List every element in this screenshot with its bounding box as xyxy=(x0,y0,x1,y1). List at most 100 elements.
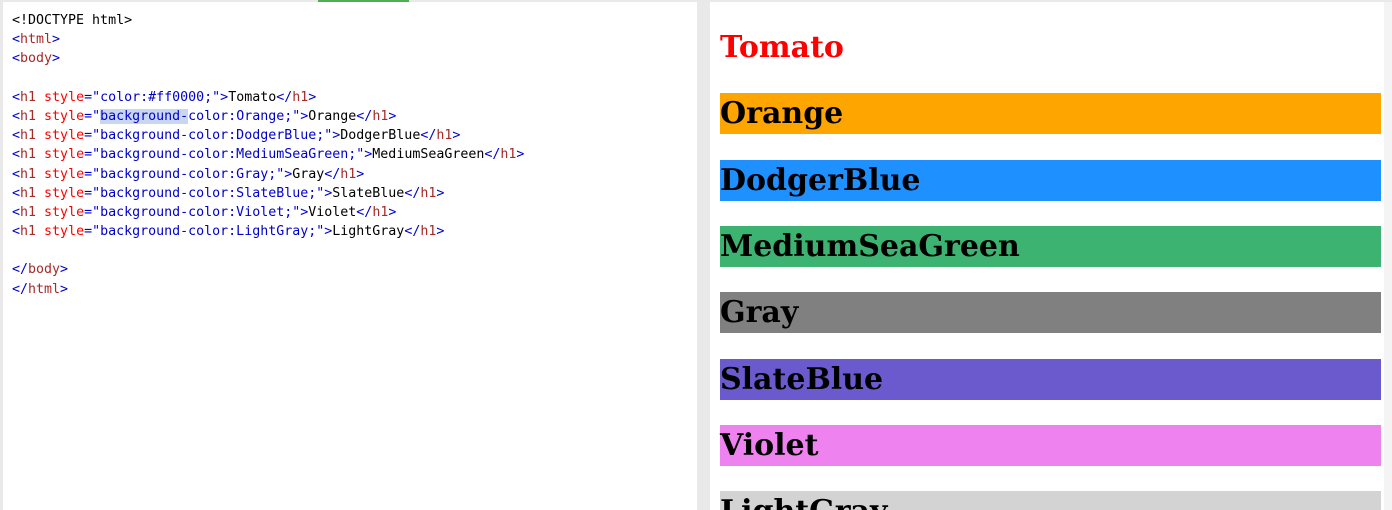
code-line: <h1 style="background-color:Orange;">Ora… xyxy=(12,107,697,126)
code-token: "> xyxy=(292,204,309,220)
code-line: <h1 style="background-color:LightGray;">… xyxy=(12,222,697,241)
code-tag-name: h1 xyxy=(292,89,309,105)
preview-scrollbar[interactable] xyxy=(1384,2,1392,510)
code-token: </ xyxy=(356,204,373,220)
code-tag-name: h1 xyxy=(20,166,37,182)
code-tag-name: h1 xyxy=(372,204,389,220)
code-editor-text[interactable]: <!DOCTYPE html> <html> <body> <h1 style="c… xyxy=(3,2,697,299)
code-line: </body> xyxy=(12,260,697,279)
code-token: </ xyxy=(12,262,29,278)
preview-heading-orange: Orange xyxy=(720,93,1381,135)
code-attr-value: color:#ff0000; xyxy=(100,89,213,105)
preview-heading-text: Tomato xyxy=(720,30,844,65)
code-attr-name: style xyxy=(44,204,85,220)
code-tag-name: h1 xyxy=(436,128,453,144)
code-token: > xyxy=(388,204,397,220)
code-token: "> xyxy=(316,185,333,201)
code-tag-name: html xyxy=(20,32,53,48)
code-token: < xyxy=(12,51,21,67)
preview-heading-dodgerblue: DodgerBlue xyxy=(720,159,1381,201)
code-line: <body> xyxy=(12,49,697,68)
code-text: LightGray xyxy=(332,224,405,240)
code-token: =" xyxy=(84,204,101,220)
code-attr-name: style xyxy=(44,185,85,201)
code-line: <h1 style="background-color:MediumSeaGre… xyxy=(12,145,697,164)
preview-heading-slateblue: SlateBlue xyxy=(720,358,1381,400)
preview-heading-text: DodgerBlue xyxy=(720,162,921,198)
preview-heading-text: Gray xyxy=(720,295,799,331)
preview-heading-gray: Gray xyxy=(720,292,1381,334)
code-token: =" xyxy=(84,89,101,105)
code-token: > xyxy=(356,166,365,182)
preview-heading-text: SlateBlue xyxy=(720,361,884,397)
code-token: > xyxy=(52,32,61,48)
code-line: <h1 style="background-color:DodgerBlue;"… xyxy=(12,126,697,145)
code-token: "> xyxy=(324,128,341,144)
code-tag-name: h1 xyxy=(500,147,517,163)
code-token: =" xyxy=(84,166,101,182)
preview-heading-text: MediumSeaGreen xyxy=(720,228,1020,264)
code-attr-name: style xyxy=(44,108,85,124)
code-attr-value: background-color:Gray; xyxy=(100,166,277,182)
code-attr-value: background-color:Violet; xyxy=(100,204,293,220)
code-text: SlateBlue xyxy=(332,185,405,201)
code-token: =" xyxy=(84,224,101,240)
preview-heading-text: Orange xyxy=(720,96,844,132)
code-tag-name: h1 xyxy=(20,89,37,105)
code-tag-name: h1 xyxy=(340,166,357,182)
code-line: <h1 style="background-color:SlateBlue;">… xyxy=(12,184,697,203)
code-token: < xyxy=(12,224,21,240)
code-token: < xyxy=(12,147,21,163)
code-token: > xyxy=(516,147,525,163)
code-token: </ xyxy=(404,185,421,201)
code-text: MediumSeaGreen xyxy=(372,147,485,163)
code-token: =" xyxy=(84,108,101,124)
code-token: < xyxy=(12,128,21,144)
code-tag-name: h1 xyxy=(20,224,37,240)
code-editor-panel[interactable]: <!DOCTYPE html> <html> <body> <h1 style="c… xyxy=(3,2,697,510)
code-tag-name: h1 xyxy=(20,108,37,124)
code-token: "> xyxy=(356,147,373,163)
code-tag-name: h1 xyxy=(420,185,437,201)
code-token: > xyxy=(388,108,397,124)
code-token: < xyxy=(12,204,21,220)
code-token: "> xyxy=(316,224,333,240)
code-attr-value: background-color:SlateBlue; xyxy=(100,185,317,201)
code-attr-name: style xyxy=(44,147,85,163)
code-line: < h1 style="background-color:Violet;">Vio… xyxy=(12,203,697,222)
code-line: </html> xyxy=(12,280,697,299)
code-tag-name: html xyxy=(28,281,61,297)
preview-heading-violet: Violet xyxy=(720,424,1381,466)
code-attr-value: background-color:DodgerBlue; xyxy=(100,128,325,144)
code-token: "> xyxy=(292,108,309,124)
code-token: < xyxy=(12,185,21,201)
result-preview-panel: Tomato Orange DodgerBlue MediumSeaGreen Gray… xyxy=(710,2,1392,510)
code-line: <!DOCTYPE html> xyxy=(12,11,697,30)
code-tag-name: h1 xyxy=(20,185,37,201)
code-token: < xyxy=(12,108,21,124)
code-tag-name: body xyxy=(20,51,53,67)
code-line: <h1 style="color:#ff0000;">Tomato</h1> xyxy=(12,88,697,107)
code-doctype: <!DOCTYPE html> xyxy=(12,13,133,28)
code-token: =" xyxy=(84,128,101,144)
code-text: DodgerBlue xyxy=(340,128,421,144)
code-tag-name: h1 xyxy=(20,128,37,144)
code-text: Orange xyxy=(308,108,357,124)
panel-divider[interactable] xyxy=(697,2,710,510)
code-text: Violet xyxy=(308,204,357,220)
preview-heading-text: LightGray xyxy=(720,491,887,510)
code-text: Gray xyxy=(292,166,325,182)
preview-heading-tomato: Tomato xyxy=(720,27,1381,68)
code-token: </ xyxy=(276,89,293,105)
code-token: "> xyxy=(212,89,229,105)
code-tag-name: h1 xyxy=(20,147,37,163)
code-token: </ xyxy=(484,147,501,163)
